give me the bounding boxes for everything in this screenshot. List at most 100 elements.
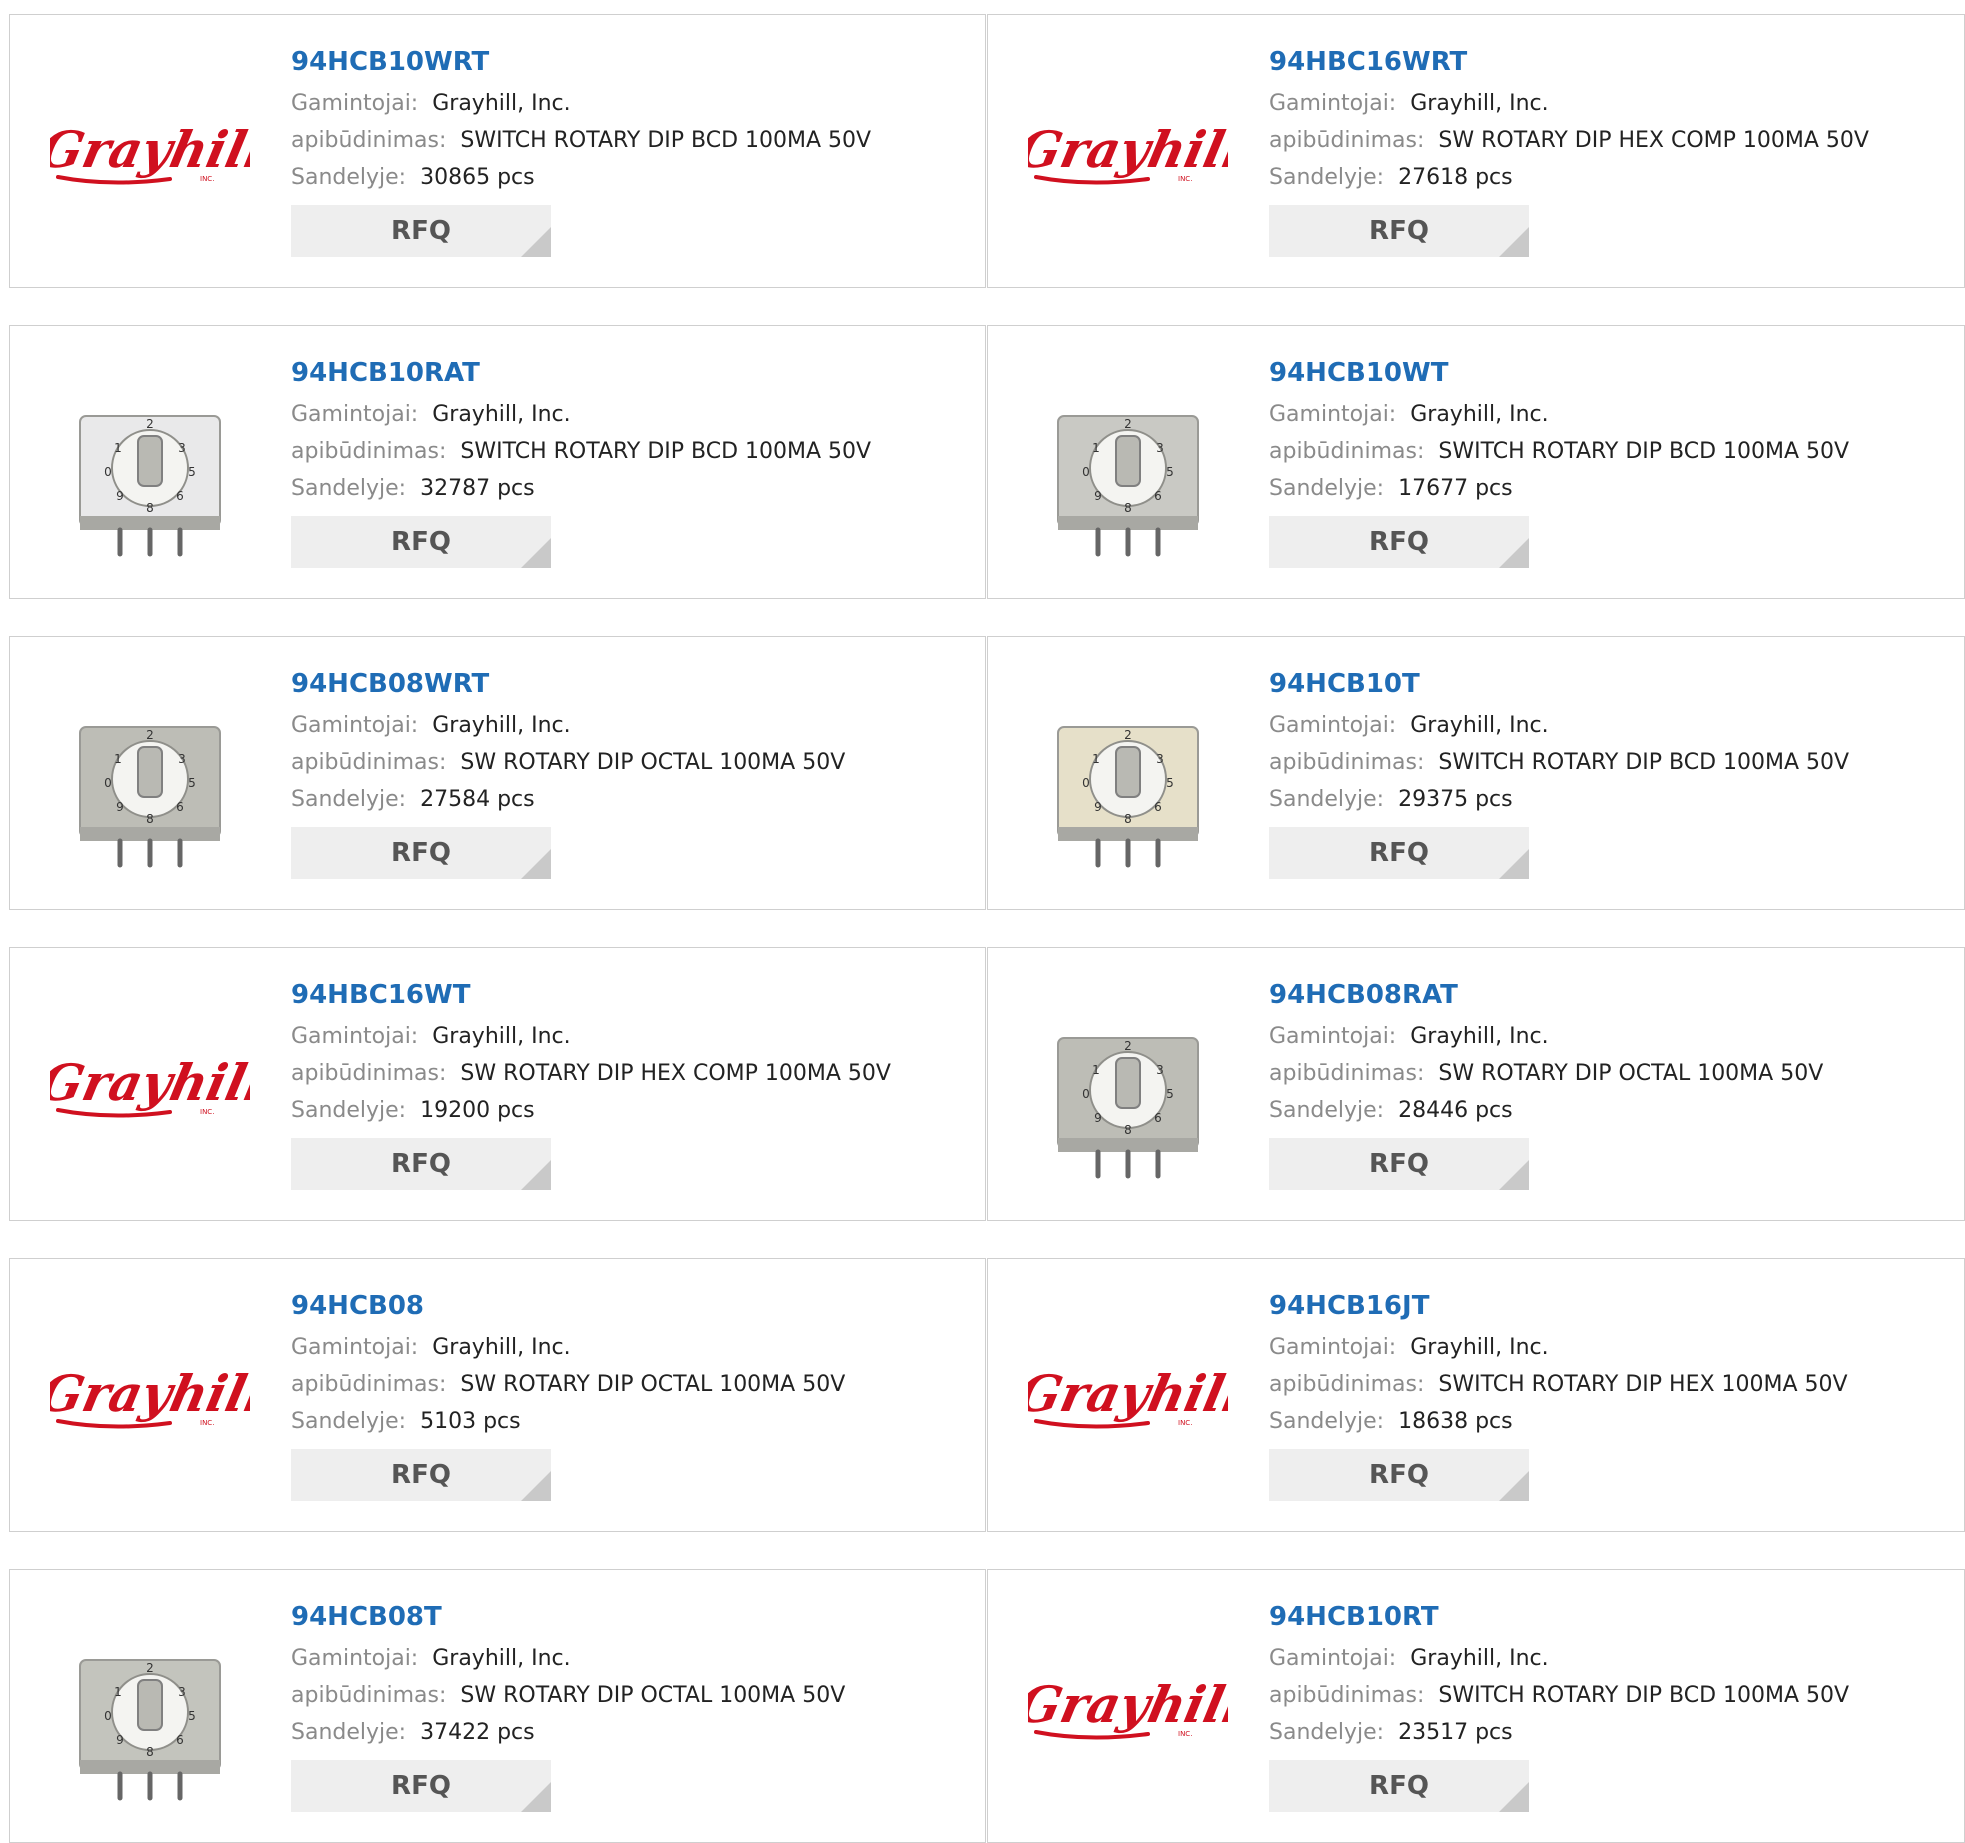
rfq-button[interactable]: RFQ [1269,1449,1529,1501]
product-title-link[interactable]: 94HCB10RAT [291,356,975,390]
product-title-link[interactable]: 94HBC16WRT [1269,45,1954,79]
svg-text:1: 1 [114,441,122,455]
stock-value: 17677 pcs [1398,476,1513,501]
description-label: apibūdinimas: [291,1061,447,1086]
product-image[interactable]: Grayhill INC. [1028,1610,1228,1810]
rfq-button[interactable]: RFQ [1269,205,1529,257]
svg-text:8: 8 [146,812,154,826]
stock-value: 32787 pcs [420,476,535,501]
rfq-button[interactable]: RFQ [291,827,551,879]
corner-triangle-icon [1499,538,1529,568]
product-image[interactable]: Grayhill INC. [50,55,250,255]
svg-text:5: 5 [188,465,196,479]
stock-label: Sandelyje: [291,476,407,501]
manufacturer-label: Gamintojai: [291,1646,419,1671]
manufacturer-row: Gamintojai: Grayhill, Inc. [291,707,975,744]
product-image[interactable]: 1 2 3 0 5 9 8 6 [1028,677,1228,877]
description-label: apibūdinimas: [1269,1683,1425,1708]
product-title-link[interactable]: 94HCB10WRT [291,45,975,79]
svg-text:2: 2 [1124,728,1132,742]
svg-text:Grayhill: Grayhill [50,121,250,179]
corner-triangle-icon [521,1782,551,1812]
grayhill-logo-icon: Grayhill INC. [50,121,250,185]
description-row: apibūdinimas: SWITCH ROTARY DIP BCD 100MA… [1269,744,1954,781]
svg-text:5: 5 [188,776,196,790]
svg-text:3: 3 [1156,1063,1164,1077]
stock-value: 5103 pcs [420,1409,521,1434]
stock-label: Sandelyje: [1269,1409,1385,1434]
product-image[interactable]: Grayhill INC. [50,988,250,1188]
stock-value: 30865 pcs [420,165,535,190]
rfq-button[interactable]: RFQ [291,1449,551,1501]
manufacturer-value: Grayhill, Inc. [1410,91,1549,116]
product-title-link[interactable]: 94HCB10RT [1269,1600,1954,1634]
product-image[interactable]: 1 2 3 0 5 9 8 6 [50,366,250,566]
stock-label: Sandelyje: [291,1409,407,1434]
svg-text:3: 3 [1156,752,1164,766]
corner-triangle-icon [1499,1782,1529,1812]
product-title-link[interactable]: 94HCB08RAT [1269,978,1954,1012]
rfq-button[interactable]: RFQ [291,205,551,257]
svg-text:Grayhill: Grayhill [1028,121,1228,179]
svg-text:2: 2 [1124,1039,1132,1053]
product-image[interactable]: Grayhill INC. [1028,1299,1228,1499]
description-row: apibūdinimas: SW ROTARY DIP OCTAL 100MA 5… [291,1677,975,1714]
product-title-link[interactable]: 94HCB08WRT [291,667,975,701]
corner-triangle-icon [521,227,551,257]
product-image[interactable]: 1 2 3 0 5 9 8 6 [50,1610,250,1810]
product-title-link[interactable]: 94HCB08T [291,1600,975,1634]
svg-text:0: 0 [1082,776,1090,790]
product-card-94hcb10t: 1 2 3 0 5 9 8 6 94HCB10T Gamintojai: Grayhill,… [987,636,1965,910]
product-image[interactable]: Grayhill INC. [50,1299,250,1499]
corner-triangle-icon [521,1160,551,1190]
description-label: apibūdinimas: [1269,1372,1425,1397]
description-value: SWITCH ROTARY DIP BCD 100MA 50V [1438,439,1850,464]
product-card-94hcb08t: 1 2 3 0 5 9 8 6 94HCB08T Gamintojai: Grayhill,… [9,1569,986,1843]
product-title-link[interactable]: 94HCB08 [291,1289,975,1323]
description-row: apibūdinimas: SW ROTARY DIP OCTAL 100MA 5… [291,1366,975,1403]
svg-text:0: 0 [1082,465,1090,479]
rfq-button[interactable]: RFQ [291,1760,551,1812]
rfq-label: RFQ [391,1149,451,1179]
rfq-label: RFQ [391,1460,451,1490]
manufacturer-value: Grayhill, Inc. [1410,1646,1549,1671]
description-value: SWITCH ROTARY DIP BCD 100MA 50V [1438,1683,1850,1708]
description-label: apibūdinimas: [1269,128,1425,153]
manufacturer-label: Gamintojai: [1269,402,1397,427]
product-title-link[interactable]: 94HCB10T [1269,667,1954,701]
stock-label: Sandelyje: [1269,1720,1385,1745]
product-card-94hcb16jt: Grayhill INC. 94HCB16JT Gamintojai: Grayh… [987,1258,1965,1532]
svg-text:Grayhill: Grayhill [1028,1365,1228,1423]
svg-text:9: 9 [116,489,124,503]
description-label: apibūdinimas: [291,750,447,775]
description-label: apibūdinimas: [1269,750,1425,775]
rfq-button[interactable]: RFQ [1269,1138,1529,1190]
description-label: apibūdinimas: [291,439,447,464]
stock-value: 27584 pcs [420,787,535,812]
rotary-switch-icon: 1 2 3 0 5 9 8 6 [1057,726,1199,868]
description-value: SW ROTARY DIP OCTAL 100MA 50V [1438,1061,1824,1086]
rfq-button[interactable]: RFQ [291,516,551,568]
rfq-button[interactable]: RFQ [1269,827,1529,879]
product-image[interactable]: Grayhill INC. [1028,55,1228,255]
svg-text:Grayhill: Grayhill [1028,1676,1228,1734]
stock-row: Sandelyje: 27618 pcs [1269,159,1954,196]
product-title-link[interactable]: 94HCB10WT [1269,356,1954,390]
rfq-button[interactable]: RFQ [1269,516,1529,568]
svg-text:INC.: INC. [1178,1419,1192,1427]
product-title-link[interactable]: 94HCB16JT [1269,1289,1954,1323]
product-image[interactable]: 1 2 3 0 5 9 8 6 [1028,366,1228,566]
product-image[interactable]: 1 2 3 0 5 9 8 6 [1028,988,1228,1188]
description-row: apibūdinimas: SWITCH ROTARY DIP BCD 100MA… [1269,1677,1954,1714]
stock-value: 23517 pcs [1398,1720,1513,1745]
product-title-link[interactable]: 94HBC16WT [291,978,975,1012]
manufacturer-label: Gamintojai: [1269,1646,1397,1671]
rfq-button[interactable]: RFQ [291,1138,551,1190]
product-info: 94HCB08 Gamintojai: Grayhill, Inc. apibūd… [291,1289,975,1501]
rfq-button[interactable]: RFQ [1269,1760,1529,1812]
stock-value: 29375 pcs [1398,787,1513,812]
svg-text:1: 1 [1092,441,1100,455]
product-image[interactable]: 1 2 3 0 5 9 8 6 [50,677,250,877]
svg-text:8: 8 [146,1745,154,1759]
svg-text:3: 3 [178,1685,186,1699]
